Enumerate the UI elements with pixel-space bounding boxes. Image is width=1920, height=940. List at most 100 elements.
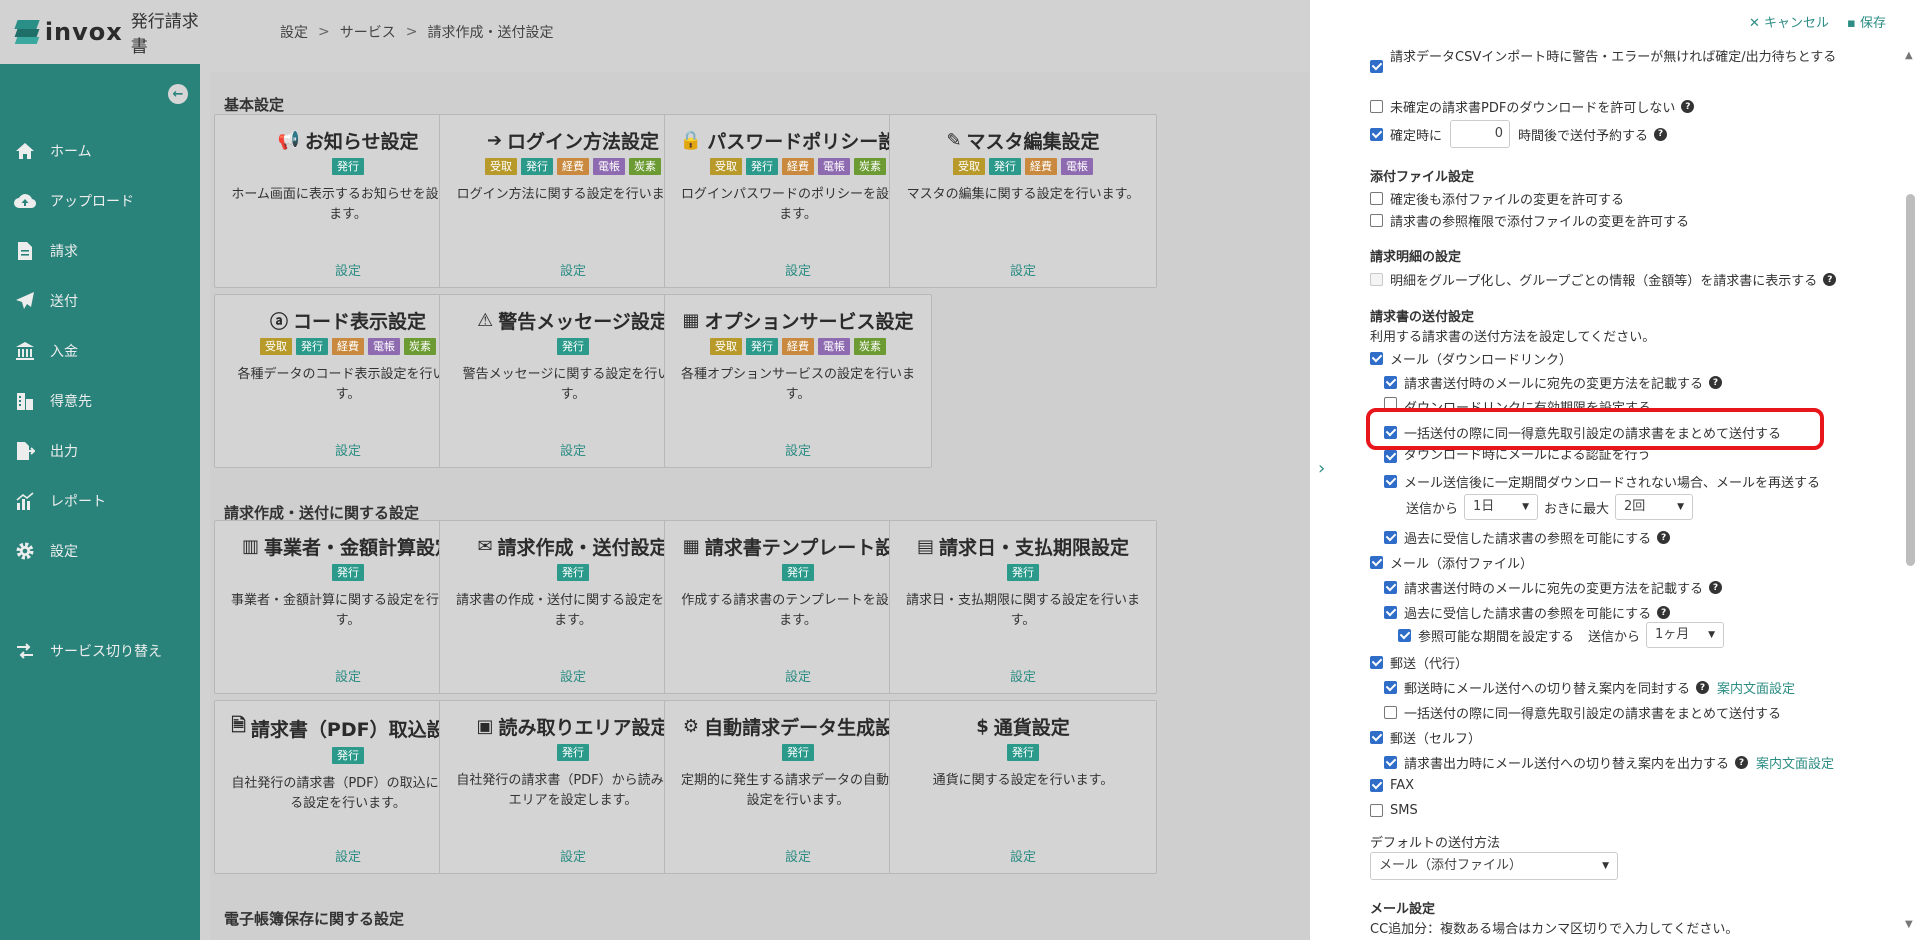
post-agent-option-2[interactable]: 一括送付の際に同一得意先取引設定の請求書をまとめて送付する <box>1384 703 1781 722</box>
mail-dl-option-5[interactable]: メール送信後に一定期間ダウンロードされない場合、メールを再送する <box>1384 472 1820 491</box>
help-icon[interactable]: ? <box>1681 100 1695 113</box>
mail-att-option-3[interactable]: 参照可能な期間を設定する 送信から 1ヶ月 ▼ <box>1398 622 1725 648</box>
card-settings-link[interactable]: 設定 <box>890 666 1156 685</box>
card-title-text: ログイン方法設定 <box>507 131 660 153</box>
sms-option[interactable]: SMS <box>1370 803 1418 818</box>
mail-dl-checkbox-1[interactable] <box>1384 376 1397 389</box>
gear-icon <box>14 540 36 562</box>
mail-dl-option-1[interactable]: 請求書送付時のメールに宛先の変更方法を記載する? <box>1384 373 1723 392</box>
sidebar-item-invoice[interactable]: 請求 <box>0 226 200 276</box>
sidebar-item-send[interactable]: 送付 <box>0 276 200 326</box>
scroll-up-icon[interactable]: ▲ <box>1905 50 1913 61</box>
fax-label: FAX <box>1390 778 1415 793</box>
post-self-label: 郵送（セルフ） <box>1390 732 1482 747</box>
attach-checkbox-1[interactable] <box>1370 192 1383 205</box>
sidebar-item-service-switch[interactable]: サービス切り替え <box>0 626 200 676</box>
resend-interval-select[interactable]: 1日 ▼ <box>1464 494 1539 520</box>
sidebar-item-payment[interactable]: 入金 <box>0 326 200 376</box>
card-settings-link[interactable]: 設定 <box>665 440 931 459</box>
post-agent-checkbox-1[interactable] <box>1384 681 1397 694</box>
mail-dl-checkbox[interactable] <box>1370 352 1383 365</box>
attach-checkbox-2[interactable] <box>1370 214 1383 227</box>
post-agent-label-2: 一括送付の際に同一得意先取引設定の請求書をまとめて送付する <box>1404 707 1782 722</box>
post-self-option-1[interactable]: 請求書出力時にメール送付への切り替え案内を出力する? 案内文面設定 <box>1384 753 1834 772</box>
confirm-hours-input[interactable]: 0 <box>1450 120 1511 148</box>
drawer-scrollbar[interactable]: ▲ ▼ <box>1904 50 1916 930</box>
post-self-checkbox[interactable] <box>1370 731 1383 744</box>
help-icon[interactable]: ? <box>1657 531 1671 544</box>
sidebar-item-report[interactable]: レポート <box>0 476 200 526</box>
help-icon[interactable]: ? <box>1709 376 1723 389</box>
confirm-schedule-option[interactable]: 確定時に 0 時間後で送付予約する? <box>1370 120 1668 148</box>
scrollbar-thumb[interactable] <box>1906 194 1915 566</box>
sidebar-item-settings[interactable]: 設定 <box>0 526 200 576</box>
help-icon[interactable]: ? <box>1696 681 1710 694</box>
card-title-text: 自動請求データ生成設定 <box>704 717 914 739</box>
mail-att-label-2: 過去に受信した請求書の参照を可能にする <box>1404 607 1652 622</box>
mail-att-option-2[interactable]: 過去に受信した請求書の参照を可能にする? <box>1384 603 1671 622</box>
help-icon[interactable]: ? <box>1823 273 1837 286</box>
cloud-upload-icon <box>14 190 36 212</box>
mail-dl-option[interactable]: メール（ダウンロードリンク） <box>1370 349 1572 368</box>
breadcrumb-settings[interactable]: 設定 <box>280 22 308 42</box>
help-icon[interactable]: ? <box>1654 127 1668 141</box>
chevron-right-icon[interactable]: › <box>1318 458 1325 479</box>
mail-att-checkbox-2[interactable] <box>1384 606 1397 619</box>
grid-plus-icon: ▦ <box>682 310 700 331</box>
cc-desc: CC追加分：複数ある場合はカンマ区切りで入力してください。 <box>1370 918 1738 937</box>
sidebar-item-customer[interactable]: 得意先 <box>0 376 200 426</box>
sidebar-collapse-icon[interactable]: ← <box>168 84 188 104</box>
mail-att-checkbox-1[interactable] <box>1384 581 1397 594</box>
tag-exp: 経費 <box>332 338 364 355</box>
mail-dl-checkbox-5[interactable] <box>1384 475 1397 488</box>
mail-dl-checkbox-4[interactable] <box>1384 450 1397 463</box>
detail-option-1[interactable]: 明細をグループ化し、グループごとの情報（金額等）を請求書に表示する? <box>1370 270 1837 289</box>
mail-att-option-1[interactable]: 請求書送付時のメールに宛先の変更方法を記載する? <box>1384 578 1723 597</box>
mail-dl-option-4[interactable]: ダウンロード時にメールによる認証を行う <box>1384 449 1651 463</box>
sms-checkbox[interactable] <box>1370 804 1383 817</box>
cancel-button[interactable]: ✕ キャンセル <box>1749 12 1829 31</box>
save-label: 保存 <box>1859 16 1886 31</box>
mail-att-checkbox[interactable] <box>1370 556 1383 569</box>
sidebar-item-upload[interactable]: アップロード <box>0 176 200 226</box>
post-agent-checkbox[interactable] <box>1370 656 1383 669</box>
attach-option-1[interactable]: 確定後も添付ファイルの変更を許可する <box>1370 189 1624 208</box>
csv-warn-checkbox[interactable] <box>1370 60 1383 73</box>
post-agent-checkbox-2[interactable] <box>1384 706 1397 719</box>
sidebar-item-home[interactable]: ホーム <box>0 126 200 176</box>
mail-dl-checkbox-6[interactable] <box>1384 531 1397 544</box>
mail-att-option[interactable]: メール（添付ファイル） <box>1370 553 1533 572</box>
card-settings-link[interactable]: 設定 <box>890 260 1156 279</box>
attach-option-2[interactable]: 請求書の参照権限で添付ファイルの変更を許可する <box>1370 211 1689 230</box>
save-button[interactable]: ▪ 保存 <box>1847 12 1886 31</box>
allow-pdf-option[interactable]: 未確定の請求書PDFのダウンロードを許可しない? <box>1370 97 1695 116</box>
post-self-template-link[interactable]: 案内文面設定 <box>1756 753 1834 772</box>
post-agent-template-link[interactable]: 案内文面設定 <box>1717 678 1795 697</box>
resend-count-select[interactable]: 2回 ▼ <box>1615 494 1694 520</box>
mail-dl-option-6[interactable]: 過去に受信した請求書の参照を可能にする? <box>1384 528 1671 547</box>
detail-checkbox-1[interactable] <box>1370 273 1383 286</box>
post-self-checkbox-1[interactable] <box>1384 756 1397 769</box>
app-logo[interactable]: invox 発行請求書 <box>0 7 200 57</box>
card-settings-link[interactable]: 設定 <box>890 846 1156 865</box>
fax-checkbox[interactable] <box>1370 779 1383 792</box>
help-icon[interactable]: ? <box>1657 606 1671 619</box>
caret-down-icon: ▼ <box>1602 861 1609 871</box>
help-icon[interactable]: ? <box>1735 756 1749 769</box>
default-method-select[interactable]: メール（添付ファイル） ▼ <box>1370 852 1618 880</box>
sidebar-item-output[interactable]: 出力 <box>0 426 200 476</box>
help-icon[interactable]: ? <box>1709 581 1723 594</box>
card-title-text: お知らせ設定 <box>304 131 419 153</box>
scroll-down-icon[interactable]: ▼ <box>1905 919 1913 930</box>
ref-period-select[interactable]: 1ヶ月 ▼ <box>1646 622 1725 648</box>
post-agent-option-1[interactable]: 郵送時にメール送付への切り替え案内を同封する? 案内文面設定 <box>1384 678 1795 697</box>
post-self-option[interactable]: 郵送（セルフ） <box>1370 728 1481 747</box>
mail-att-checkbox-3[interactable] <box>1398 628 1411 642</box>
allow-pdf-checkbox[interactable] <box>1370 100 1383 113</box>
mail-att-label: メール（添付ファイル） <box>1390 557 1534 572</box>
csv-warn-option[interactable]: 請求データCSVインポート時に警告・エラーが無ければ確定/出力待ちとする <box>1370 48 1870 73</box>
confirm-schedule-checkbox[interactable] <box>1370 127 1383 141</box>
fax-option[interactable]: FAX <box>1370 778 1414 793</box>
post-agent-option[interactable]: 郵送（代行） <box>1370 653 1468 672</box>
breadcrumb-service[interactable]: サービス <box>340 22 396 42</box>
